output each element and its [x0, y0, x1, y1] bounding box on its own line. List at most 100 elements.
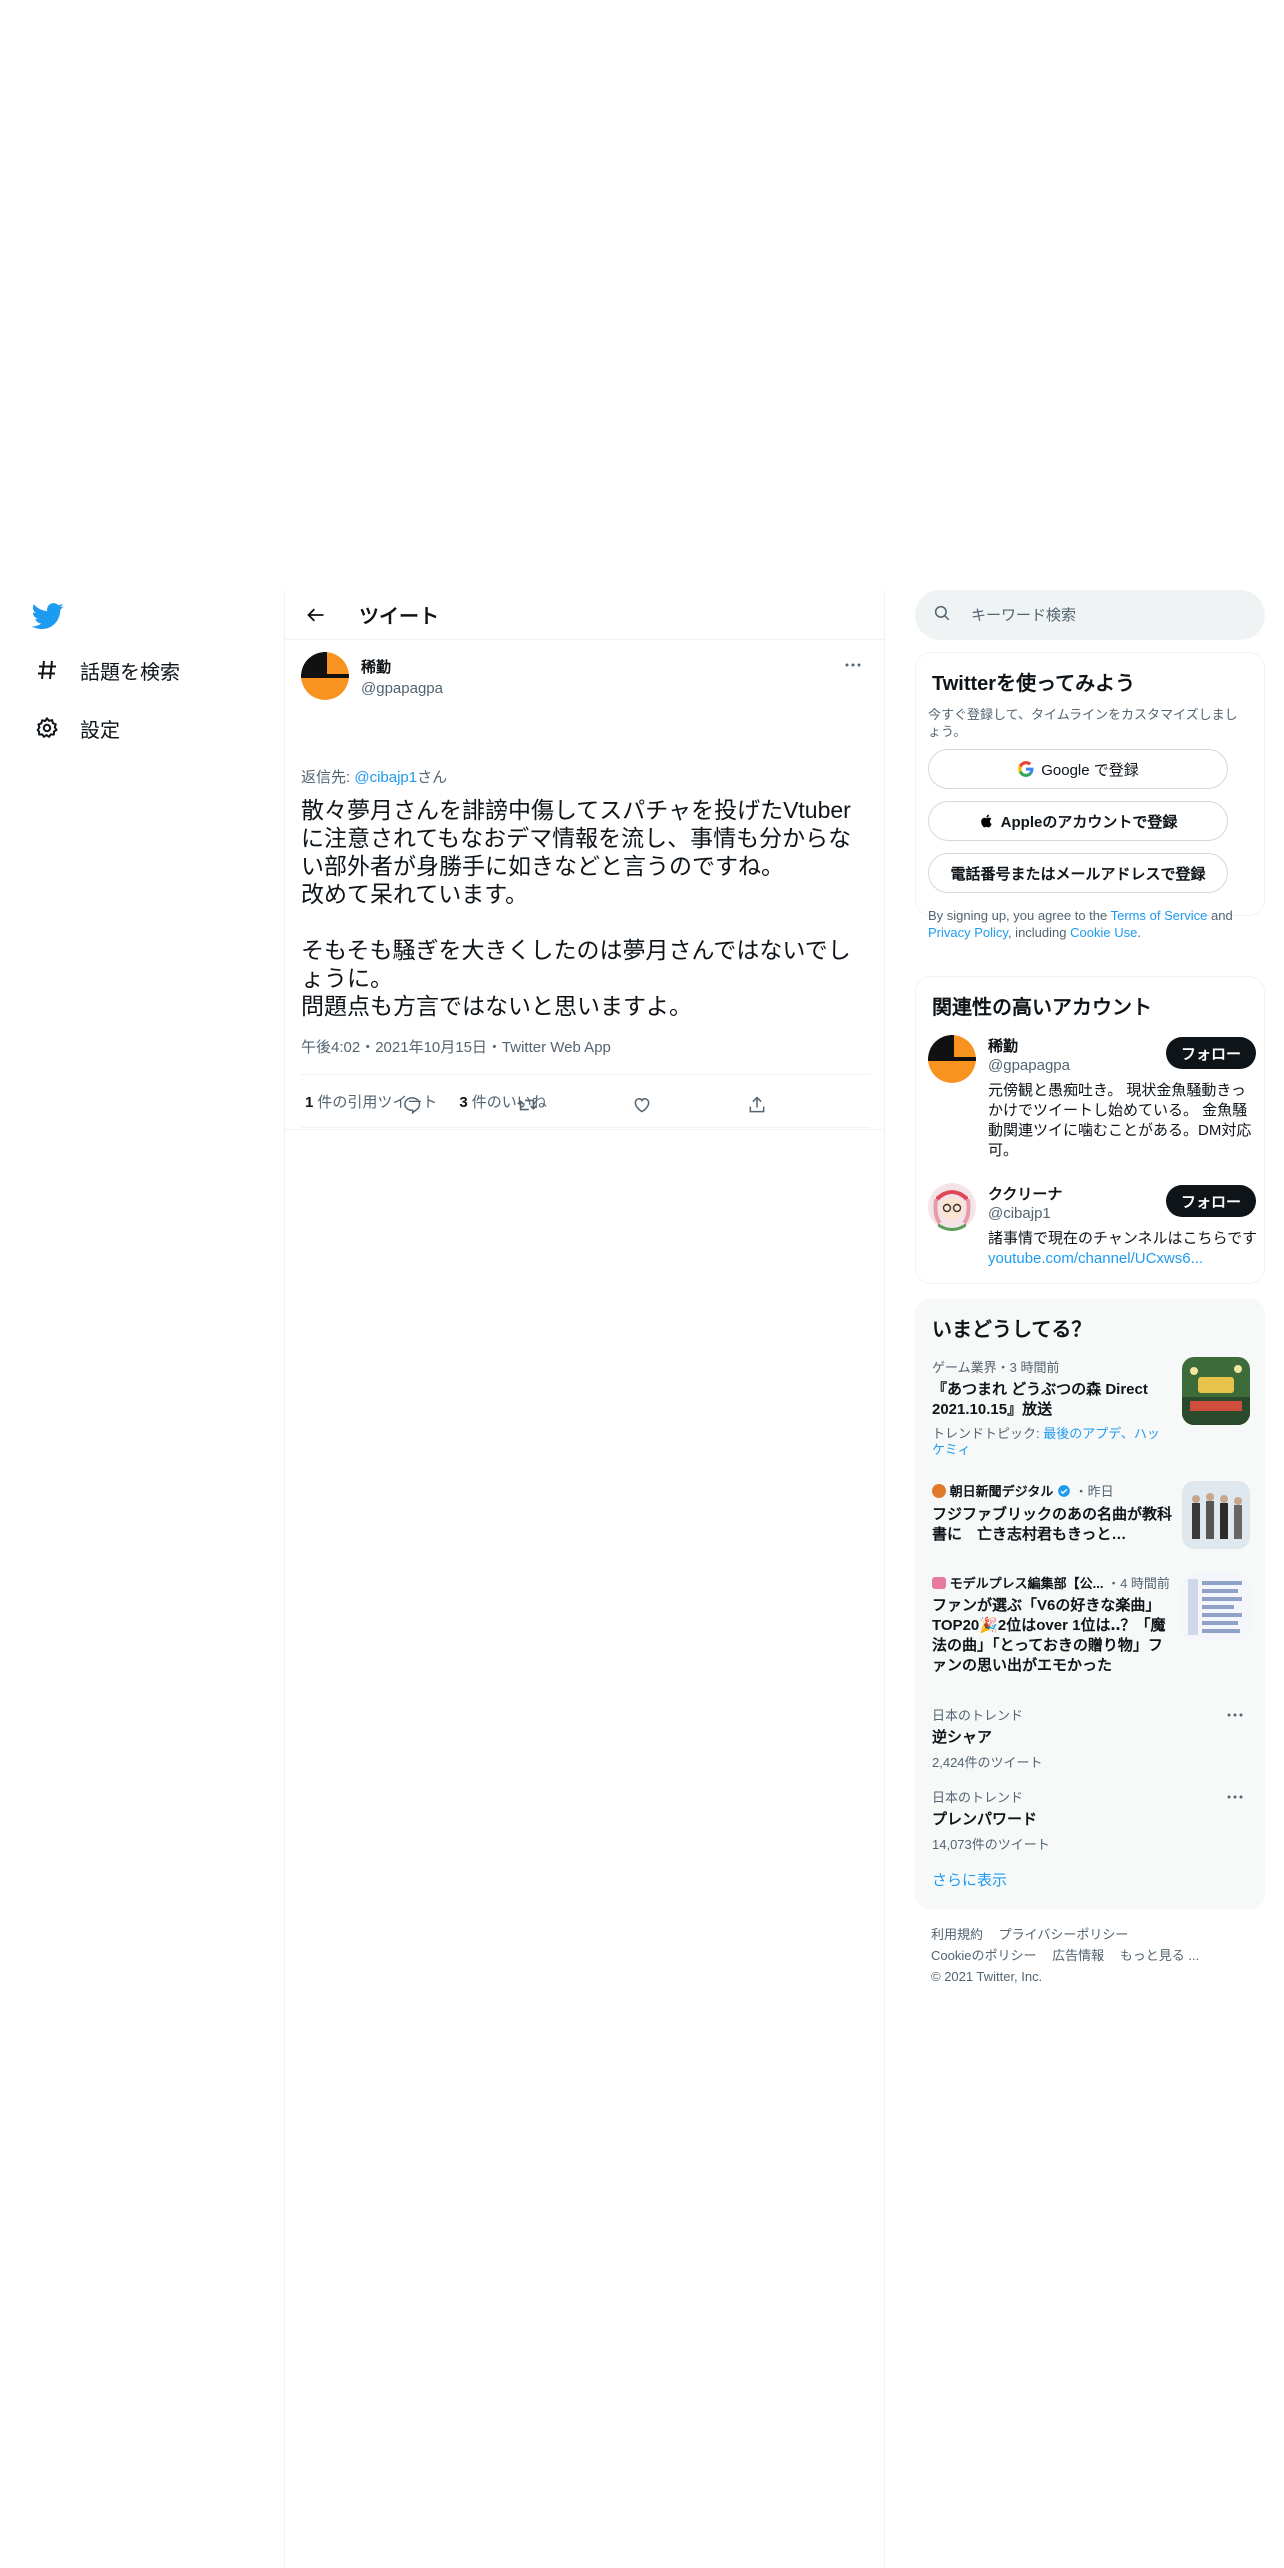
- account-item[interactable]: 稀勤 @gpapagpa フォロー 元傍観と愚痴吐き。 現状金魚騒動きっかけでツ…: [928, 1035, 1256, 1175]
- hashtag-icon: [32, 655, 62, 685]
- trend-item[interactable]: 日本のトレンド プレンパワード 14,073件のツイート: [932, 1787, 1250, 1852]
- trend-item[interactable]: 日本のトレンド 逆シャア 2,424件のツイート: [932, 1705, 1250, 1770]
- more-options-icon[interactable]: [838, 654, 868, 676]
- footer-link-ads[interactable]: 広告情報: [1052, 1948, 1104, 1963]
- trend-item[interactable]: ゲーム業界・3 時間前 『あつまれ どうぶつの森 Direct 2021.10.…: [932, 1357, 1250, 1465]
- tweet-avatar[interactable]: [301, 652, 349, 700]
- account-item[interactable]: ククリーナ @cibajp1 フォロー 諸事情で現在のチャンネルはこちらです yo…: [928, 1183, 1258, 1273]
- search-icon: [933, 604, 951, 627]
- trend-thumbnail: [1182, 1573, 1250, 1641]
- account-bio: 元傍観と愚痴吐き。 現状金魚騒動きっかけでツイートし始めている。 金魚騒動関連ツ…: [988, 1082, 1252, 1159]
- tweet-text: 散々夢月さんを誹謗中傷してスパチャを投げたVtuberに注意されてもなおデマ情報…: [301, 797, 852, 1019]
- follow-button[interactable]: フォロー: [1166, 1037, 1256, 1069]
- search-input[interactable]: [971, 606, 1241, 624]
- signup-subtitle: 今すぐ登録して、タイムラインをカスタマイズしましょう。: [928, 707, 1238, 739]
- legal-text-3: , including: [1007, 925, 1071, 940]
- footer-link-cookie[interactable]: Cookieのポリシー: [931, 1948, 1036, 1963]
- apple-signup-label: Appleのアカウントで登録: [1000, 813, 1178, 831]
- account-name[interactable]: ククリーナ: [988, 1183, 1062, 1204]
- trends-card: いまどうしてる？ ゲーム業界・3 時間前 『あつまれ どうぶつの森 Direct…: [915, 1298, 1265, 1910]
- twitter-logo-icon[interactable]: [31, 600, 66, 634]
- tweet-author-handle[interactable]: @gpapagpa: [361, 680, 443, 697]
- cookie-link[interactable]: Cookie Use: [1070, 925, 1137, 940]
- trend-context: モデルプレス編集部【公... ・4 時間前: [932, 1573, 1172, 1592]
- page-title: ツイート: [359, 606, 439, 628]
- avatar[interactable]: [928, 1183, 976, 1231]
- follow-button[interactable]: フォロー: [1166, 1185, 1256, 1217]
- account-name[interactable]: 稀勤: [988, 1035, 1018, 1056]
- reply-to-suffix: さん: [417, 769, 448, 786]
- legal-text-1: By signing up, you agree to the: [928, 908, 1111, 923]
- reply-to-line: 返信先: @cibajp1さん: [301, 766, 447, 787]
- reply-icon[interactable]: [394, 1087, 430, 1123]
- account-handle[interactable]: @cibajp1: [988, 1205, 1051, 1222]
- reply-to-prefix: 返信先:: [301, 769, 355, 786]
- trend-time: ・昨日: [1074, 1484, 1114, 1499]
- trends-title: いまどうしてる？: [932, 1319, 1092, 1341]
- source-logo-icon: [932, 1484, 946, 1498]
- main-header: ツイート: [285, 590, 884, 640]
- copyright: © 2021 Twitter, Inc.: [931, 1969, 1043, 1984]
- trend-count: 2,424件のツイート: [932, 1755, 1043, 1770]
- trend-count: 14,073件のツイート: [932, 1837, 1050, 1852]
- trend-topic-prefix: トレンドトピック:: [932, 1426, 1044, 1441]
- back-arrow-icon[interactable]: [301, 600, 331, 630]
- show-more-link[interactable]: さらに表示: [932, 1869, 1007, 1890]
- trend-thumbnail: [1182, 1481, 1250, 1549]
- trend-item[interactable]: モデルプレス編集部【公... ・4 時間前 ファンが選ぶ「V6の好きな楽曲」TO…: [932, 1573, 1250, 1683]
- search-box[interactable]: [915, 590, 1265, 640]
- google-signup-button[interactable]: Google で登録: [928, 749, 1228, 789]
- trend-title: 『あつまれ どうぶつの森 Direct 2021.10.15』放送: [932, 1381, 1148, 1418]
- tweet-author-name[interactable]: 稀勤: [361, 656, 443, 677]
- phone-email-signup-label: 電話番号またはメールアドレスで登録: [950, 865, 1206, 883]
- nav-settings-label: 設定: [80, 719, 120, 742]
- share-icon[interactable]: [739, 1087, 775, 1123]
- trend-context: 日本のトレンド: [932, 1790, 1024, 1805]
- terms-link[interactable]: Terms of Service: [1111, 908, 1208, 923]
- trend-title: フジファブリックのあの名曲が教科書に 亡き志村君もきっと…: [932, 1506, 1173, 1543]
- account-bio-link[interactable]: youtube.com/channel/UCxws6...: [988, 1250, 1203, 1267]
- trend-thumbnail: [1182, 1357, 1250, 1425]
- trend-source: 朝日新聞デジタル: [949, 1484, 1054, 1499]
- gear-icon: [32, 713, 62, 743]
- account-handle[interactable]: @gpapagpa: [988, 1057, 1070, 1074]
- retweet-icon[interactable]: [509, 1087, 545, 1123]
- trend-source: モデルプレス編集部【公...: [949, 1576, 1104, 1591]
- google-icon: [1017, 760, 1035, 778]
- like-icon[interactable]: [624, 1087, 660, 1123]
- signup-title: Twitterを使ってみよう: [932, 673, 1136, 695]
- trend-time: ・4 時間前: [1107, 1576, 1170, 1591]
- footer: 利用規約 プライバシーポリシー Cookieのポリシー 広告情報 もっと見る .…: [931, 1924, 1251, 1987]
- nav-settings[interactable]: 設定: [32, 708, 120, 748]
- footer-link-privacy[interactable]: プライバシーポリシー: [999, 1927, 1129, 1942]
- account-bio-text: 諸事情で現在のチャンネルはこちらです: [988, 1230, 1258, 1247]
- avatar[interactable]: [928, 1035, 976, 1083]
- trend-context: 朝日新聞デジタル ・昨日: [932, 1481, 1172, 1501]
- relevant-accounts-card: 関連性の高いアカウント 稀勤 @gpapagpa フォロー 元傍観と愚痴吐き。 …: [915, 976, 1265, 1284]
- source-logo-icon: [932, 1577, 946, 1589]
- apple-signup-button[interactable]: Appleのアカウントで登録: [928, 801, 1228, 841]
- footer-link-terms[interactable]: 利用規約: [931, 1927, 983, 1942]
- more-options-icon[interactable]: [1220, 1705, 1250, 1725]
- phone-email-signup-button[interactable]: 電話番号またはメールアドレスで登録: [928, 853, 1228, 893]
- trend-context: 日本のトレンド: [932, 1708, 1024, 1723]
- account-bio: 諸事情で現在のチャンネルはこちらです youtube.com/channel/UC…: [988, 1229, 1258, 1269]
- tweet-timestamp[interactable]: 午後4:02・2021年10月15日・Twitter Web App: [301, 1036, 611, 1057]
- footer-link-more[interactable]: もっと見る ...: [1120, 1948, 1199, 1963]
- signup-card: Twitterを使ってみよう 今すぐ登録して、タイムラインをカスタマイズしましょ…: [915, 652, 1265, 940]
- google-signup-label: Google で登録: [1041, 761, 1139, 779]
- tweet-author[interactable]: 稀勤 @gpapagpa: [361, 656, 443, 697]
- more-options-icon[interactable]: [1220, 1787, 1250, 1807]
- reply-to-link[interactable]: @cibajp1: [354, 769, 417, 786]
- trend-item[interactable]: 朝日新聞デジタル ・昨日 フジファブリックのあの名曲が教科書に 亡き志村君もきっ…: [932, 1481, 1250, 1553]
- signup-legal: By signing up, you agree to the Terms of…: [928, 907, 1258, 941]
- tweet-actions: [285, 1080, 884, 1130]
- nav-explore[interactable]: 話題を検索: [32, 650, 180, 690]
- nav-explore-label: 話題を検索: [80, 661, 180, 684]
- privacy-link[interactable]: Privacy Policy: [928, 925, 1008, 940]
- trend-topic: トレンドトピック: 最後のアプデ、ハッケミィ: [932, 1426, 1172, 1458]
- trend-title: プレンパワード: [932, 1811, 1038, 1828]
- verified-icon: [1057, 1484, 1071, 1501]
- trend-title: 逆シャア: [932, 1729, 993, 1746]
- trend-title: ファンが選ぶ「V6の好きな楽曲」TOP20🎉2位はover 1位は‥？「魔法の曲…: [932, 1597, 1166, 1674]
